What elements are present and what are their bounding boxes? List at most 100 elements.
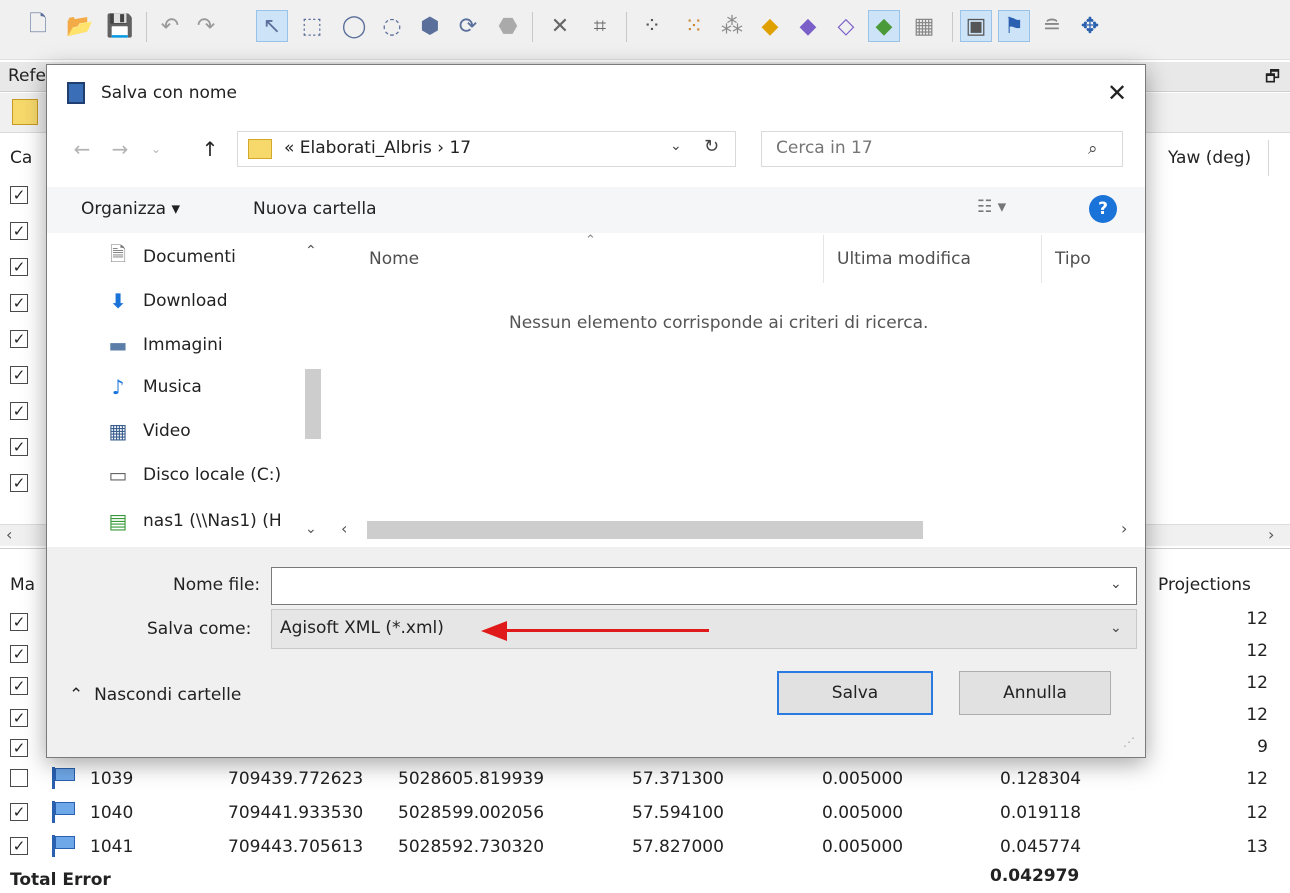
camera-checkbox[interactable]: ✓ [10,474,28,492]
filename-dropdown-icon[interactable]: ⌄ [1110,576,1122,592]
marker-checkbox[interactable]: ✓ [10,677,28,695]
marker-checkbox[interactable]: ✓ [10,803,28,821]
filename-input[interactable] [278,575,1078,595]
address-bar[interactable]: « Elaborati_Albris › 17 ⌄ ↻ [237,131,736,167]
dense-cloud-icon[interactable]: ⁙ [678,10,710,42]
free-selection-icon[interactable]: ◌ [376,10,408,42]
new-folder-button[interactable]: Nuova cartella [253,199,377,219]
camera-checkbox[interactable]: ✓ [10,258,28,276]
view-options-button[interactable]: ☷ ▾ [977,197,1006,217]
show-cameras-icon[interactable]: ▣ [960,10,992,42]
scrollbar-thumb[interactable] [367,521,923,539]
marker-checkbox[interactable]: ✓ [10,739,28,757]
address-dropdown-icon[interactable]: ⌄ [670,138,682,154]
camera-checkbox[interactable]: ✓ [10,402,28,420]
marker-checkbox[interactable]: ✓ [10,837,28,855]
model-shaded-icon[interactable]: ◆ [792,10,824,42]
camera-checkbox[interactable]: ✓ [10,186,28,204]
scroll-down-icon[interactable]: ⌄ [305,521,317,537]
marker-column-header[interactable]: Ma [10,575,35,595]
forward-icon[interactable]: → [107,135,133,163]
redo-icon[interactable]: ↷ [190,10,222,42]
move-region-icon[interactable]: ⬢ [414,10,446,42]
save-button[interactable]: Salva [777,671,933,715]
scroll-right-icon[interactable]: › [1268,525,1274,544]
navigation-scrollbar[interactable]: ⌃ ⌄ [301,235,327,547]
yaw-column-header[interactable]: Yaw (deg) [1168,148,1251,168]
filename-label: Nome file: [173,575,261,595]
file-list-scrollbar[interactable]: ‹ › [333,515,1145,543]
hide-folders-toggle[interactable]: ⌃ Nascondi cartelle [69,685,241,705]
nav-item-documents[interactable]: 🗎 Documenti [105,239,236,275]
filename-field[interactable]: ⌄ [271,567,1137,605]
cancel-button[interactable]: Annulla [959,671,1111,715]
recent-locations-icon[interactable]: ⌄ [143,135,169,163]
nav-item-music[interactable]: ♪ Musica [105,369,202,405]
dialog-title-bar[interactable]: Salva con nome ✕ [47,65,1145,121]
name-column-header[interactable]: Nome [369,249,419,269]
type-column-header[interactable]: Tipo [1055,249,1091,269]
nav-item-download[interactable]: ⬇ Download [105,283,228,319]
help-button[interactable]: ? [1089,195,1117,223]
point-cloud-icon[interactable]: ⁘ [636,10,668,42]
back-icon[interactable]: ← [69,135,95,163]
save-icon[interactable]: 💾 [104,10,136,42]
camera-checkbox[interactable]: ✓ [10,330,28,348]
marker-checkbox[interactable]: ✓ [10,613,28,631]
filetype-dropdown-icon[interactable]: ⌄ [1110,620,1122,636]
search-box[interactable]: ⌕ [761,131,1123,167]
center-view-icon[interactable]: ✥ [1074,10,1106,42]
camera-checkbox[interactable]: ✓ [10,438,28,456]
model-wireframe-icon[interactable]: ◇ [830,10,862,42]
scroll-left-icon[interactable]: ‹ [341,519,347,538]
camera-checkbox[interactable]: ✓ [10,294,28,312]
marker-checkbox[interactable]: ✓ [10,645,28,663]
nav-item-video[interactable]: ▦ Video [105,413,191,449]
search-icon[interactable]: ⌕ [1088,139,1098,159]
marker-row[interactable]: 1039 709439.772623 5028605.819939 57.371… [0,765,1290,795]
undo-icon[interactable]: ↶ [154,10,186,42]
show-markers-icon[interactable]: ⚑ [998,10,1030,42]
select-pointer-icon[interactable]: ↖ [256,10,288,42]
crop-icon[interactable]: ⌗ [584,10,616,42]
new-document-icon[interactable]: 🗋 [22,10,54,42]
scroll-left-icon[interactable]: ‹ [6,525,12,544]
up-folder-icon[interactable]: ↑ [197,135,223,163]
close-button[interactable]: ✕ [1095,73,1139,113]
marker-row[interactable]: ✓ 1041 709443.705613 5028592.730320 57.8… [0,833,1290,863]
rectangle-selection-icon[interactable]: ⬚ [296,10,328,42]
remove-icon[interactable]: ✕ [544,10,576,42]
model-textured-icon[interactable]: ◆ [868,10,900,42]
organize-button[interactable]: Organizza ▾ [81,199,180,219]
camera-checkbox[interactable]: ✓ [10,366,28,384]
nav-item-pictures[interactable]: ▬ Immagini [105,327,223,363]
tie-points-icon[interactable]: ⁂ [716,10,748,42]
import-reference-icon[interactable] [12,99,38,125]
float-panel-icon[interactable]: 🗗 [1265,66,1280,93]
camera-column-header[interactable]: Ca [10,148,32,168]
model-solid-icon[interactable]: ◆ [754,10,786,42]
tiled-model-icon[interactable]: ▦ [908,10,940,42]
circle-selection-icon[interactable]: ◯ [338,10,370,42]
marker-checkbox[interactable]: ✓ [10,709,28,727]
modified-column-header[interactable]: Ultima modifica [837,249,971,269]
resize-region-icon[interactable]: ⬣ [492,10,524,42]
address-path[interactable]: « Elaborati_Albris › 17 [284,138,471,158]
scroll-right-icon[interactable]: › [1121,519,1127,538]
projections-column-header[interactable]: Projections [1158,575,1251,595]
resize-grip-icon[interactable]: ⋰ [1123,735,1135,749]
camera-checkbox[interactable]: ✓ [10,222,28,240]
marker-checkbox[interactable] [10,769,28,787]
search-input[interactable] [776,138,1076,158]
reference-panel-title: Refe [8,66,46,86]
marker-row[interactable]: ✓ 1040 709441.933530 5028599.002056 57.5… [0,799,1290,829]
show-shapes-icon[interactable]: ≘ [1036,10,1068,42]
rotate-region-icon[interactable]: ⟳ [452,10,484,42]
scroll-up-icon[interactable]: ⌃ [305,243,317,259]
open-folder-icon[interactable]: 📂 [64,10,96,42]
refresh-icon[interactable]: ↻ [704,136,719,157]
nav-item-local-disk[interactable]: ▭ Disco locale (C:) [105,457,282,493]
dialog-title: Salva con nome [101,83,237,103]
scrollbar-thumb[interactable] [305,369,321,439]
nav-item-network-drive[interactable]: ▤ nas1 (\\Nas1) (H [105,503,301,539]
